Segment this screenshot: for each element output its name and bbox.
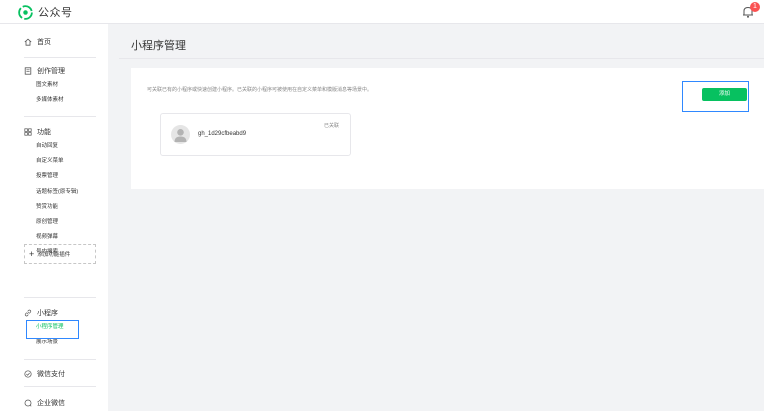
sidebar-divider	[24, 297, 96, 298]
sidebar-item-graphic-material[interactable]: 图文素材	[24, 78, 96, 93]
nav-features-header[interactable]: 功能	[24, 125, 96, 139]
document-icon	[24, 67, 32, 75]
sidebar-item-reward[interactable]: 赞赏功能	[24, 200, 96, 215]
sidebar-divider	[24, 386, 96, 387]
link-icon	[24, 309, 32, 317]
grid-icon	[24, 128, 32, 136]
top-bar: 公众号 1	[0, 0, 764, 24]
wechat-official-logo-icon	[18, 4, 33, 20]
chat-icon	[24, 399, 32, 407]
nav-features-label: 功能	[37, 129, 51, 136]
plus-icon: +	[29, 249, 35, 259]
sidebar-item-original[interactable]: 原创管理	[24, 215, 96, 230]
highlight-mini-program-management	[26, 320, 79, 339]
nav-wechat-pay-label: 微信支付	[37, 371, 65, 378]
avatar	[171, 125, 190, 144]
mini-program-id: gh_1d29cfbeabd9	[198, 131, 247, 137]
nav-creation-header[interactable]: 创作管理	[24, 64, 96, 78]
linked-mini-program-card[interactable]: gh_1d29cfbeabd9 已关联	[160, 113, 351, 156]
nav-group-features: 功能 自动回复 自定义菜单 投票管理 话题标签(原专辑) 赞赏功能 原创管理 视…	[24, 125, 96, 261]
add-plugin-button[interactable]: + 添加功能插件	[24, 244, 96, 264]
nav-mini-program-header[interactable]: 小程序	[24, 306, 96, 320]
sidebar-divider	[24, 57, 96, 58]
home-icon	[24, 38, 32, 46]
panel-description: 可关联已有的小程序或快速创建小程序。已关联的小程序可被使用在自定义菜单和模版消息…	[147, 87, 373, 93]
nav-mini-program-label: 小程序	[37, 310, 58, 317]
nav-group-creation: 创作管理 图文素材 多媒体素材	[24, 64, 96, 108]
sidebar-item-topic-tags[interactable]: 话题标签(原专辑)	[24, 185, 96, 200]
nav-wecom[interactable]: 企业微信	[24, 396, 96, 410]
brand-logo[interactable]: 公众号	[18, 4, 73, 20]
notification-badge: 1	[750, 2, 760, 12]
sidebar-item-vote[interactable]: 投票管理	[24, 169, 96, 184]
nav-creation-label: 创作管理	[37, 68, 65, 75]
check-circle-icon	[24, 370, 32, 378]
nav-wechat-pay[interactable]: 微信支付	[24, 367, 96, 381]
brand-name: 公众号	[38, 7, 73, 19]
nav-wecom-label: 企业微信	[37, 400, 65, 407]
sidebar-divider	[24, 116, 96, 117]
user-avatar-icon	[174, 129, 187, 142]
title-divider	[119, 58, 764, 59]
page-title: 小程序管理	[131, 40, 186, 52]
sidebar-item-media-material[interactable]: 多媒体素材	[24, 93, 96, 108]
sidebar-item-custom-menu[interactable]: 自定义菜单	[24, 154, 96, 169]
sidebar-item-auto-reply[interactable]: 自动回复	[24, 139, 96, 154]
nav-home[interactable]: 首页	[24, 35, 96, 49]
sidebar-divider	[24, 359, 96, 360]
link-status: 已关联	[323, 123, 339, 129]
add-plugin-label: 添加功能插件	[37, 252, 71, 258]
mini-program-panel: 可关联已有的小程序或快速创建小程序。已关联的小程序可被使用在自定义菜单和模版消息…	[131, 68, 764, 189]
highlight-add-button	[682, 81, 749, 112]
nav-home-label: 首页	[37, 39, 51, 46]
